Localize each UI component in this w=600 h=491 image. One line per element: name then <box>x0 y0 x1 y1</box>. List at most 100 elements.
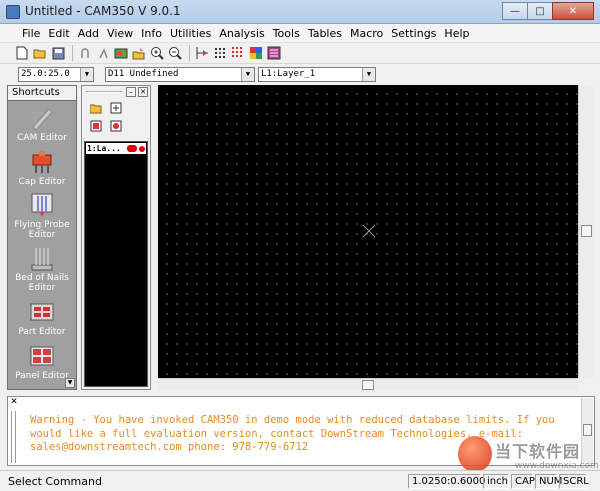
layer-row[interactable]: 1:La... <box>86 143 146 154</box>
shortcut-cam-editor[interactable]: CAM Editor <box>8 101 76 145</box>
cap-editor-icon <box>29 149 55 175</box>
layer-panel-close-button[interactable]: ✕ <box>138 87 148 97</box>
shortcut-label: Flying Probe Editor <box>14 220 70 240</box>
status-caps-lock: CAP <box>511 474 535 489</box>
layer-delete-icon[interactable] <box>110 120 122 132</box>
shortcut-cap-editor[interactable]: Cap Editor <box>8 145 76 189</box>
grid-icon[interactable] <box>230 45 246 61</box>
layer-table-icon[interactable] <box>113 45 129 61</box>
shortcuts-panel: Shortcuts CAM Editor Cap Editor Flying P… <box>7 85 77 390</box>
watermark-text: 当下软件园 <box>495 442 581 461</box>
chevron-down-icon[interactable]: ▼ <box>362 68 375 81</box>
status-bar: Select Command 1.0250:0.6000 inch CAP NU… <box>0 470 600 491</box>
menu-analysis[interactable]: Analysis <box>215 27 268 40</box>
layer-add-icon[interactable] <box>110 102 122 114</box>
layer-combo-value: L1:Layer_1 <box>261 69 316 79</box>
drag-handle[interactable] <box>86 91 122 93</box>
redo-icon[interactable] <box>95 45 111 61</box>
dcode-combo-value: D11 Undefined <box>108 69 179 79</box>
zoom-in-icon[interactable] <box>149 45 165 61</box>
shortcut-label: Cap Editor <box>18 177 66 187</box>
status-command: Select Command <box>8 475 102 488</box>
menu-tables[interactable]: Tables <box>304 27 346 40</box>
crosshair-icon <box>362 224 376 238</box>
import-icon[interactable] <box>131 45 147 61</box>
open-file-icon[interactable] <box>32 45 48 61</box>
status-units: inch <box>483 474 509 489</box>
shortcut-part-editor[interactable]: Part Editor <box>8 295 76 339</box>
zoom-out-icon[interactable] <box>167 45 183 61</box>
shortcut-panel-editor[interactable]: Panel Editor <box>8 339 76 383</box>
menu-edit[interactable]: Edit <box>44 27 73 40</box>
cam-editor-icon <box>29 105 55 131</box>
color-table-icon[interactable] <box>248 45 264 61</box>
part-editor-icon <box>29 299 55 325</box>
new-file-icon[interactable] <box>14 45 30 61</box>
panel-editor-icon <box>29 343 55 369</box>
scroll-thumb[interactable] <box>583 424 592 436</box>
menu-tools[interactable]: Tools <box>269 27 304 40</box>
snap-grid-icon[interactable] <box>194 45 210 61</box>
shortcut-label: Part Editor <box>18 327 66 337</box>
menu-file[interactable]: File <box>18 27 44 40</box>
title-bar: Untitled - CAM350 V 9.0.1 — □ ✕ <box>0 0 600 24</box>
shortcuts-scroll-down[interactable]: ▼ <box>65 378 75 388</box>
minimize-button[interactable]: — <box>502 2 528 20</box>
layer-panel: – ✕ 1:La... <box>81 85 151 390</box>
grid-combo[interactable]: 25.0:25.0 ▼ <box>18 67 94 82</box>
shortcut-label: CAM Editor <box>17 133 67 143</box>
bed-of-nails-icon <box>29 245 55 271</box>
window-title: Untitled - CAM350 V 9.0.1 <box>25 4 181 18</box>
layer-visibility-toggle[interactable] <box>139 145 145 152</box>
layer-name: 1:La... <box>87 144 121 153</box>
dcode-combo[interactable]: D11 Undefined ▼ <box>105 67 255 82</box>
grid-combo-value: 25.0:25.0 <box>21 69 70 79</box>
scroll-thumb[interactable] <box>362 380 374 390</box>
maximize-button[interactable]: □ <box>527 2 553 20</box>
layer-open-icon[interactable] <box>89 102 102 114</box>
status-scroll-lock: SCRL <box>559 474 589 489</box>
menu-settings[interactable]: Settings <box>387 27 440 40</box>
redraw-icon[interactable] <box>212 45 228 61</box>
menu-bar: File Edit Add View Info Utilities Analys… <box>0 24 600 42</box>
toolbar-separator <box>72 45 73 61</box>
app-icon <box>6 5 20 19</box>
shortcut-label: Panel Editor <box>15 371 69 381</box>
menu-help[interactable]: Help <box>440 27 473 40</box>
status-coordinates: 1.0250:0.6000 <box>408 474 485 489</box>
status-num-lock: NUM <box>535 474 562 489</box>
close-icon[interactable]: ✕ <box>8 397 20 409</box>
layer-combo[interactable]: L1:Layer_1 ▼ <box>258 67 376 82</box>
menu-view[interactable]: View <box>103 27 137 40</box>
layer-panel-titlebar: – ✕ <box>82 86 150 98</box>
message-window-grip[interactable] <box>11 411 16 463</box>
shortcut-label: Bed of Nails Editor <box>15 273 69 293</box>
combo-row: 25.0:25.0 ▼ D11 Undefined ▼ L1:Layer_1 ▼ <box>0 64 600 84</box>
window-controls: — □ ✕ <box>502 2 594 20</box>
menu-macro[interactable]: Macro <box>346 27 387 40</box>
flying-probe-icon <box>29 192 55 218</box>
canvas-horizontal-scrollbar[interactable] <box>158 378 578 391</box>
layer-color-icon[interactable] <box>90 120 102 132</box>
canvas-vertical-scrollbar[interactable] <box>578 85 594 378</box>
shortcut-bed-of-nails-editor[interactable]: Bed of Nails Editor <box>8 242 76 295</box>
layer-panel-controls: – ✕ <box>124 87 148 97</box>
layer-panel-minimize-button[interactable]: – <box>126 87 136 97</box>
chevron-down-icon[interactable]: ▼ <box>241 68 254 81</box>
toolbar <box>0 42 600 64</box>
chevron-down-icon[interactable]: ▼ <box>80 68 93 81</box>
watermark-logo <box>458 436 492 472</box>
save-icon[interactable] <box>50 45 66 61</box>
layer-list: 1:La... <box>84 141 148 387</box>
menu-info[interactable]: Info <box>137 27 166 40</box>
undo-icon[interactable] <box>77 45 93 61</box>
layer-color-swatch[interactable] <box>127 145 137 152</box>
message-vertical-scrollbar[interactable] <box>581 398 593 464</box>
menu-add[interactable]: Add <box>74 27 103 40</box>
layer-panel-toolbar <box>82 98 150 134</box>
close-button[interactable]: ✕ <box>552 2 594 20</box>
scroll-thumb[interactable] <box>581 225 592 237</box>
shortcut-flying-probe-editor[interactable]: Flying Probe Editor <box>8 189 76 242</box>
layer-view-icon[interactable] <box>266 45 282 61</box>
menu-utilities[interactable]: Utilities <box>166 27 215 40</box>
